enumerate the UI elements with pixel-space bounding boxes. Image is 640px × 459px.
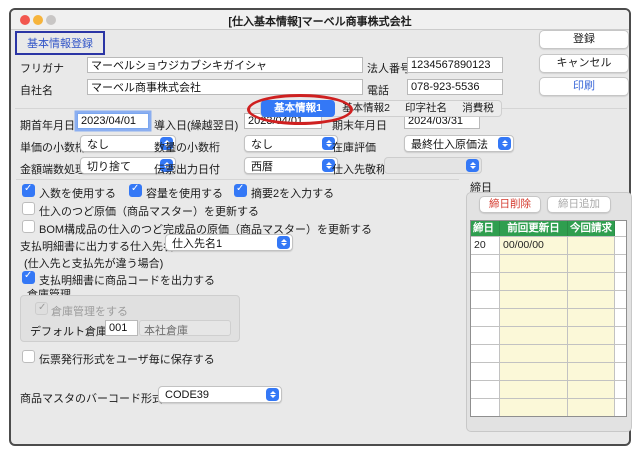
barcode-format-value: CODE39 <box>165 389 266 401</box>
closing-table-row-empty[interactable] <box>471 380 626 398</box>
payment-supplier-name-value: 仕入先名1 <box>172 235 277 251</box>
closing-table-row-empty[interactable] <box>471 362 626 380</box>
current-billing-cell[interactable] <box>568 237 615 254</box>
col-current-billing: 今回請求 <box>568 221 615 236</box>
use-capacity-checkbox[interactable] <box>129 184 142 197</box>
screenshot-stage: [仕入基本情報]マーベル商事株式会社 基本情報登録 登録 キャンセル 印刷 フリ… <box>0 0 640 459</box>
last-updated-cell[interactable]: 00/00/00 <box>500 237 568 254</box>
qty-decimal-select[interactable]: なし <box>244 135 338 152</box>
closing-day-cell[interactable]: 20 <box>471 237 500 254</box>
unit-decimal-value: なし <box>87 136 160 152</box>
register-button[interactable]: 登録 <box>539 30 629 49</box>
phone-input[interactable] <box>407 79 503 95</box>
payment-supplier-name-select[interactable]: 仕入先名1 <box>165 234 293 251</box>
closing-table-row-empty[interactable] <box>471 398 626 416</box>
tab-basic-info-2[interactable]: 基本情報2 <box>335 100 397 117</box>
window-title: [仕入基本情報]マーベル商事株式会社 <box>11 13 629 29</box>
manage-warehouse-label: 倉庫管理をする <box>51 303 128 319</box>
period-end-label: 期末年月日 <box>332 117 387 133</box>
phone-label: 電話 <box>367 82 389 98</box>
col-closing-day: 締日 <box>471 221 500 236</box>
section-badge: 基本情報登録 <box>27 35 93 51</box>
intro-date-label: 導入日(繰越翌日) <box>154 117 238 133</box>
slip-date-value: 西暦 <box>251 158 322 174</box>
use-capacity-label: 容量を使用する <box>146 185 223 201</box>
enter-summary2-checkbox[interactable] <box>234 184 247 197</box>
print-button[interactable]: 印刷 <box>539 77 629 96</box>
default-warehouse-name-field: 本社倉庫 <box>139 320 231 336</box>
app-window: [仕入基本情報]マーベル商事株式会社 基本情報登録 登録 キャンセル 印刷 フリ… <box>9 8 631 446</box>
closing-day-delete-button[interactable]: 締日削除 <box>479 196 541 213</box>
tab-bar: 基本情報1 基本情報2 印字社名 消費税 <box>260 100 502 117</box>
tab-basic-info-1[interactable]: 基本情報1 <box>261 100 335 117</box>
barcode-format-select[interactable]: CODE39 <box>158 386 282 403</box>
closing-table-row-empty[interactable] <box>471 290 626 308</box>
stock-eval-label: 在庫評価 <box>332 139 376 155</box>
manage-warehouse-checkbox <box>35 302 48 315</box>
popup-stepper-icon <box>498 137 511 150</box>
update-bom-cost-checkbox[interactable] <box>22 220 35 233</box>
rounding-value: 切り捨て <box>87 158 160 174</box>
period-start-input[interactable] <box>77 113 149 129</box>
closing-table-header: 締日 前回更新日 今回請求 <box>471 221 626 236</box>
corporate-number-input[interactable] <box>407 57 503 73</box>
closing-table-row-empty[interactable] <box>471 272 626 290</box>
unit-decimal-label: 単価の小数桁 <box>20 139 86 155</box>
popup-stepper-icon <box>277 236 290 249</box>
use-pack-qty-checkbox[interactable] <box>22 184 35 197</box>
furigana-label: フリガナ <box>20 60 64 76</box>
closing-day-table: 締日 前回更新日 今回請求 20 00/00/00 <box>470 220 627 417</box>
update-cost-checkbox[interactable] <box>22 202 35 215</box>
period-start-label: 期首年月日 <box>20 117 75 133</box>
enter-summary2-label: 摘要2を入力する <box>251 185 334 201</box>
tab-print-name[interactable]: 印字社名 <box>397 100 455 117</box>
payment-supplier-note: (仕入先と支払先が違う場合) <box>24 255 163 271</box>
furigana-input[interactable] <box>87 57 363 73</box>
supplier-honorific-select[interactable] <box>384 157 482 174</box>
supplier-honorific-label: 仕入先敬称 <box>332 161 387 177</box>
closing-day-add-button[interactable]: 締日追加 <box>547 196 611 213</box>
stock-eval-value: 最終仕入原価法 <box>411 136 498 152</box>
title-bar: [仕入基本情報]マーベル商事株式会社 <box>11 10 629 30</box>
qty-decimal-value: なし <box>251 136 322 152</box>
popup-stepper-icon <box>466 159 479 172</box>
popup-stepper-icon <box>266 388 279 401</box>
barcode-format-label: 商品マスタのバーコード形式 <box>20 390 163 406</box>
closing-table-row-empty[interactable] <box>471 344 626 362</box>
payment-supplier-name-label: 支払明細書に出力する仕入先名 <box>20 238 174 254</box>
tab-consumption-tax[interactable]: 消費税 <box>455 100 501 117</box>
header-filler <box>615 221 626 236</box>
slip-date-select[interactable]: 西暦 <box>244 157 338 174</box>
annotation-blue-rectangle: 基本情報登録 <box>15 31 105 55</box>
closing-table-row[interactable]: 20 00/00/00 <box>471 236 626 254</box>
rounding-label: 金額端数処理 <box>20 161 86 177</box>
output-product-code-checkbox[interactable] <box>22 271 35 284</box>
company-name-label: 自社名 <box>20 82 53 98</box>
qty-decimal-label: 数量の小数桁 <box>154 139 220 155</box>
default-warehouse-code-input[interactable] <box>105 320 138 336</box>
cancel-button[interactable]: キャンセル <box>539 54 629 73</box>
use-pack-qty-label: 入数を使用する <box>39 185 116 201</box>
corporate-number-label: 法人番号 <box>367 60 411 76</box>
section-divider <box>16 179 459 180</box>
update-cost-label: 仕入のつど原価（商品マスター）を更新する <box>39 203 259 219</box>
save-form-per-user-checkbox[interactable] <box>22 350 35 363</box>
slip-date-label: 伝票出力日付 <box>154 161 220 177</box>
closing-table-row-empty[interactable] <box>471 254 626 272</box>
closing-table-row-empty[interactable] <box>471 326 626 344</box>
col-last-updated: 前回更新日 <box>500 221 568 236</box>
company-name-input[interactable] <box>87 79 363 95</box>
default-warehouse-label: デフォルト倉庫 <box>30 323 107 339</box>
closing-table-row-empty[interactable] <box>471 308 626 326</box>
save-form-per-user-label: 伝票発行形式をユーザ毎に保存する <box>39 351 215 367</box>
stock-eval-select[interactable]: 最終仕入原価法 <box>404 135 514 152</box>
